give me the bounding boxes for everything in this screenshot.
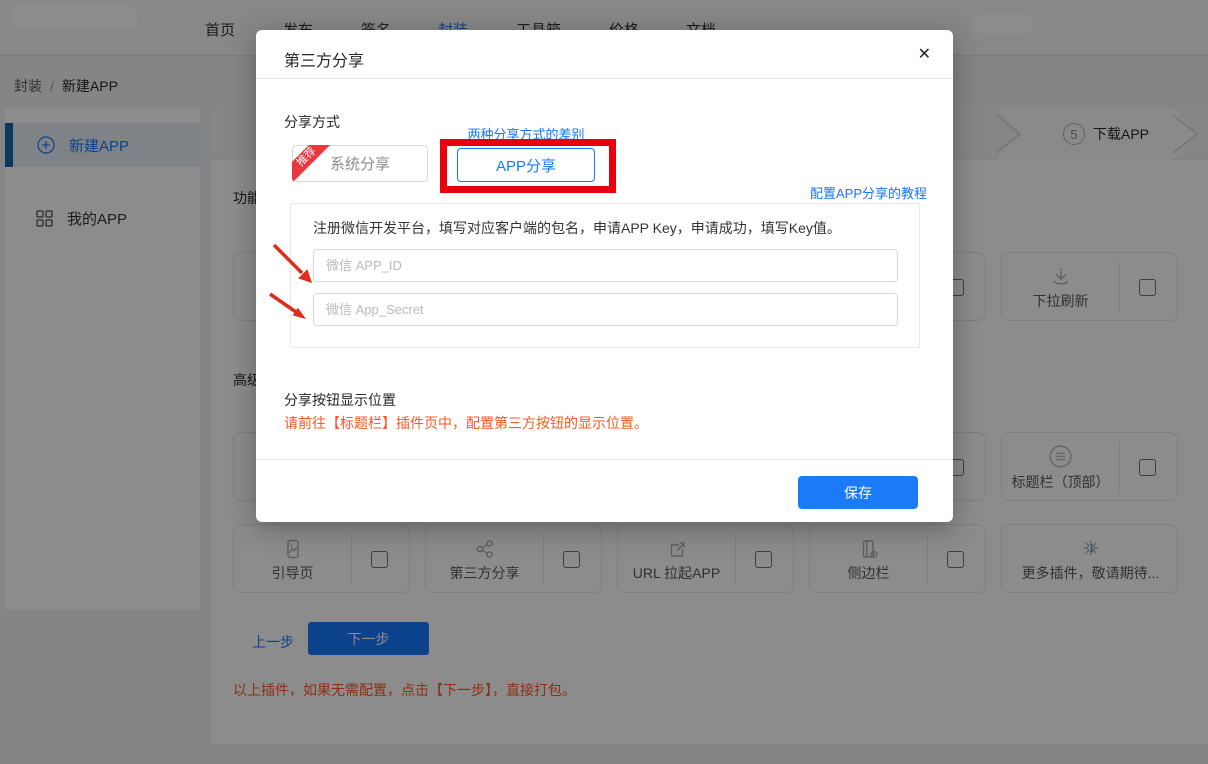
annotation-arrow-appid <box>268 242 320 290</box>
annotation-highlight-box <box>440 139 616 193</box>
share-mode-label: 分享方式 <box>284 112 340 132</box>
share-button-position-hint: 请前往【标题栏】插件页中，配置第三方按钮的显示位置。 <box>284 413 648 433</box>
save-button[interactable]: 保存 <box>798 476 918 509</box>
system-share-button[interactable]: 系统分享 <box>292 145 428 182</box>
app-share-tutorial-link[interactable]: 配置APP分享的教程 <box>810 183 927 202</box>
wechat-appid-input[interactable] <box>313 249 898 282</box>
share-button-position-label: 分享按钮显示位置 <box>284 390 396 410</box>
close-icon[interactable]: ✕ <box>918 44 931 64</box>
annotation-arrow-secret <box>266 288 318 328</box>
wechat-instruction-text: 注册微信开发平台，填写对应客户端的包名，申请APP Key，申请成功，填写Key… <box>313 218 841 238</box>
third-party-share-modal: 第三方分享 ✕ 分享方式 两种分享方式的差别 系统分享 推荐 APP分享 配置A… <box>256 30 953 522</box>
wechat-secret-input[interactable] <box>313 293 898 326</box>
modal-title: 第三方分享 <box>284 47 364 71</box>
modal-header-divider <box>256 78 953 79</box>
wechat-config-panel: 注册微信开发平台，填写对应客户端的包名，申请APP Key，申请成功，填写Key… <box>290 203 920 348</box>
modal-footer-divider <box>256 459 953 460</box>
